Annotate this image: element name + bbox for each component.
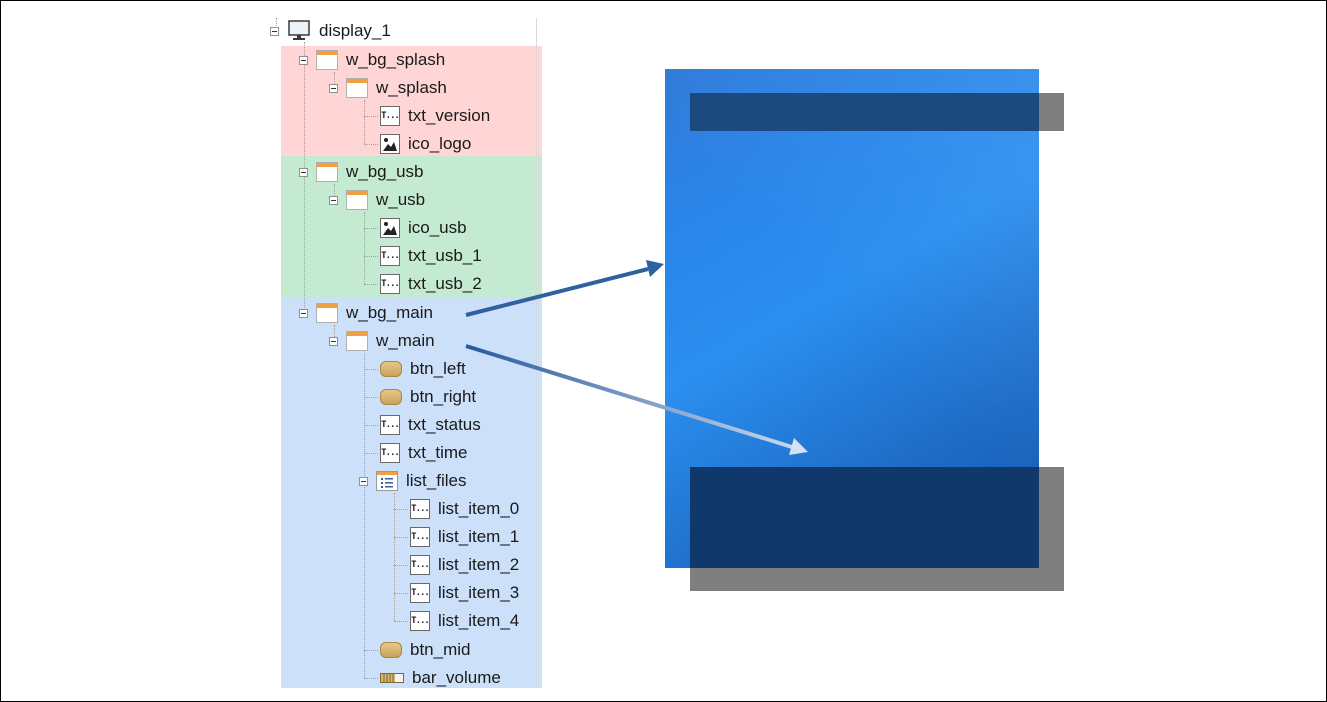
- arrow-w-main-to-screen: [465, 344, 808, 455]
- mapping-arrows: [465, 260, 808, 455]
- arrow-w-bg-main-to-screen: [465, 260, 664, 317]
